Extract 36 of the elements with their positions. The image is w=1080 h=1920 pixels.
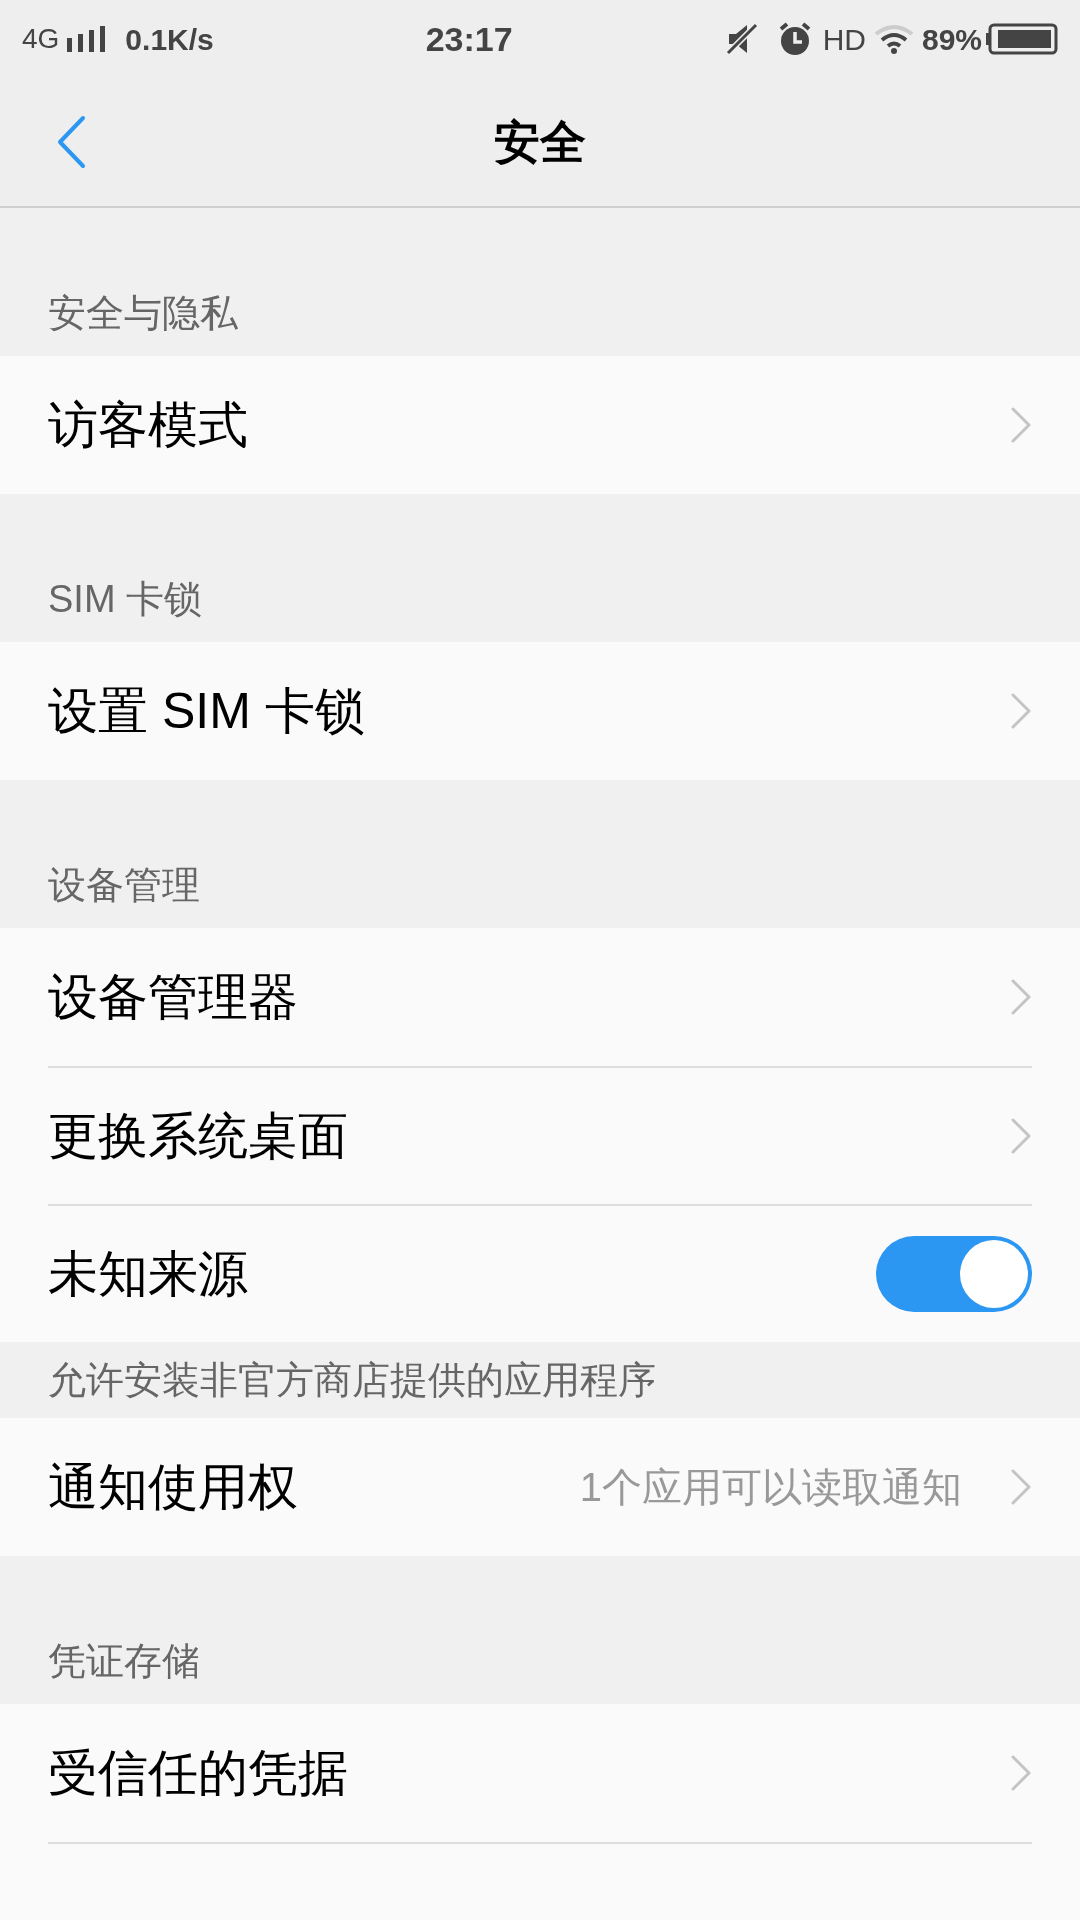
- signal-icon: [65, 26, 108, 52]
- chevron-right-icon: [1010, 1117, 1032, 1155]
- settings-row[interactable]: 设置 SIM 卡锁: [0, 642, 1080, 780]
- settings-row[interactable]: 通知使用权 1个应用可以读取通知: [0, 1418, 1080, 1556]
- row-note: 允许安装非官方商店提供的应用程序: [48, 1357, 656, 1403]
- chevron-right-icon: [1010, 406, 1032, 444]
- wifi-icon: [873, 24, 914, 54]
- chevron-right-icon: [1010, 1468, 1032, 1506]
- settings-row[interactable]: 更换系统桌面: [0, 1066, 1080, 1204]
- settings-row[interactable]: 访客模式: [0, 356, 1080, 494]
- settings-row[interactable]: 设备管理器: [0, 928, 1080, 1066]
- chevron-right-icon: [1010, 692, 1032, 730]
- clock-time: 23:17: [425, 18, 513, 60]
- chevron-right-icon: [1010, 978, 1032, 1016]
- section-header: SIM 卡锁: [48, 577, 203, 622]
- section-header: 凭证存储: [48, 1639, 200, 1684]
- network-speed: 0.1K/s: [125, 21, 214, 58]
- battery-icon: [986, 23, 1058, 55]
- row-label: 未知来源: [48, 1244, 248, 1304]
- row-label: 设备管理器: [48, 967, 298, 1027]
- page-title: 安全: [494, 114, 586, 170]
- muted-speaker-icon: [724, 22, 759, 56]
- row-label: 设置 SIM 卡锁: [48, 681, 365, 741]
- settings-row[interactable]: 未知来源: [0, 1204, 1080, 1342]
- row-label: 受信任的凭据: [48, 1743, 348, 1803]
- row-label: 访客模式: [48, 395, 248, 455]
- row-value: 1个应用可以读取通知: [579, 1464, 962, 1511]
- network-type: 4G: [22, 22, 60, 56]
- row-label: 更换系统桌面: [48, 1106, 348, 1166]
- section-header: 安全与隐私: [48, 291, 238, 336]
- section-header: 设备管理: [48, 863, 200, 908]
- row-label: 通知使用权: [48, 1457, 298, 1517]
- hd-indicator: HD: [822, 21, 866, 58]
- settings-row[interactable]: 受信任的凭据: [0, 1704, 1080, 1842]
- battery-percent: 89%: [921, 21, 982, 58]
- chevron-right-icon: [1010, 1754, 1032, 1792]
